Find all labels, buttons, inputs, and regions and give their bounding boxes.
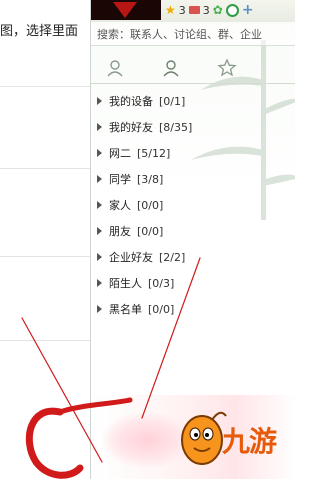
- expand-arrow-icon: [97, 227, 102, 235]
- group-item[interactable]: 企业好友 [2/2]: [91, 244, 295, 270]
- annotation-circle: [25, 407, 84, 479]
- title-bar: ★ 3 3 ✿ +: [91, 0, 295, 22]
- expand-arrow-icon: [97, 201, 102, 209]
- group-item[interactable]: 黑名单 [0/0]: [91, 296, 295, 322]
- expand-arrow-icon: [97, 253, 102, 261]
- group-item[interactable]: 陌生人 [0/3]: [91, 270, 295, 296]
- mail-icon[interactable]: [188, 6, 200, 14]
- avatar[interactable]: [91, 0, 161, 20]
- divider: [0, 168, 92, 169]
- group-item[interactable]: 我的设备 [0/1]: [91, 88, 295, 114]
- divider: [0, 340, 92, 341]
- expand-arrow-icon: [97, 279, 102, 287]
- tab-groups[interactable]: [161, 58, 181, 78]
- expand-arrow-icon: [97, 149, 102, 157]
- group-item[interactable]: 家人 [0/0]: [91, 192, 295, 218]
- search-input[interactable]: 搜索：联系人、讨论组、群、企业: [91, 24, 295, 46]
- divider: [0, 86, 92, 87]
- star-level-icon[interactable]: ★: [165, 4, 176, 16]
- group-item[interactable]: 网二 [5/12]: [91, 140, 295, 166]
- group-icon: [163, 60, 179, 77]
- expand-arrow-icon: [97, 305, 102, 313]
- divider: [0, 256, 92, 257]
- contact-group-list: 我的设备 [0/1] 我的好友 [8/35] 网二 [5/12] 同学 [3/8] 家人…: [91, 88, 295, 322]
- mail-count: 3: [202, 3, 210, 17]
- group-item[interactable]: 我的好友 [8/35]: [91, 114, 295, 140]
- watermark-text: 九游: [222, 425, 277, 458]
- group-item[interactable]: 朋友 [0/0]: [91, 218, 295, 244]
- expand-arrow-icon: [97, 175, 102, 183]
- tab-contacts[interactable]: [105, 58, 125, 78]
- expand-arrow-icon: [97, 97, 102, 105]
- security-icon[interactable]: [225, 3, 239, 17]
- add-icon[interactable]: +: [242, 3, 254, 17]
- tab-favorites[interactable]: [217, 58, 237, 78]
- clover-icon[interactable]: ✿: [213, 4, 223, 16]
- group-item[interactable]: 同学 [3/8]: [91, 166, 295, 192]
- tab-bar: [91, 54, 295, 84]
- status-icons: ★ 3 3 ✿ +: [165, 2, 254, 18]
- expand-arrow-icon: [97, 123, 102, 131]
- person-icon: [107, 60, 123, 77]
- star-icon: [217, 58, 237, 77]
- level-count: 3: [178, 3, 186, 17]
- document-text-line: 图，选择里面: [0, 24, 79, 39]
